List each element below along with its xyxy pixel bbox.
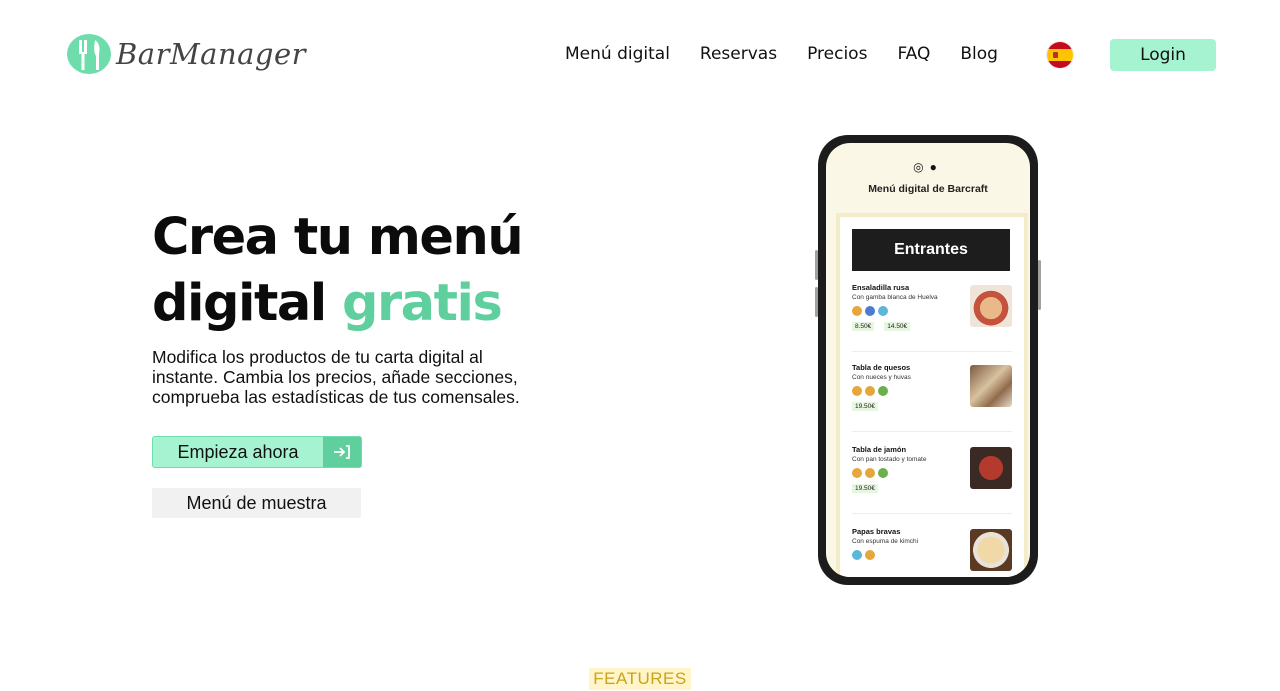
start-now-button[interactable]: Empieza ahora [152, 436, 362, 468]
sample-menu-button[interactable]: Menú de muestra [152, 488, 361, 518]
dish-price: 19.50€ [852, 484, 878, 493]
preview-dish: Ensaladilla rusa Con gamba blanca de Hue… [852, 283, 1012, 331]
nav-item-reservas[interactable]: Reservas [700, 42, 777, 66]
allergen-icon [852, 468, 862, 478]
hero-subtitle: Modifica los productos de tu carta digit… [152, 347, 520, 407]
nav-item-precios[interactable]: Precios [807, 42, 867, 66]
dish-photo [970, 365, 1012, 407]
instagram-icon: ◎ [913, 160, 930, 174]
divider [852, 431, 1012, 432]
start-now-label: Empieza ahora [177, 441, 299, 462]
phone-side-button [1038, 260, 1041, 310]
dish-photo [970, 285, 1012, 327]
phone-mockup: ◎● Menú digital de Barcraft Entrantes En… [815, 135, 1041, 585]
preview-section-header: Entrantes [852, 229, 1010, 271]
brand-name: BarManager [116, 37, 307, 71]
nav-item-faq[interactable]: FAQ [897, 42, 930, 66]
logo-fork-knife-icon [66, 32, 112, 76]
hero-title-line1: Crea tu menú [152, 208, 524, 267]
phone-side-button [815, 250, 818, 280]
nav-item-menu-digital[interactable]: Menú digital [565, 42, 670, 66]
login-button[interactable]: Login [1110, 39, 1216, 71]
preview-menu-body: Entrantes Ensaladilla rusa Con gamba bla… [836, 213, 1028, 577]
divider [852, 513, 1012, 514]
allergen-icon [852, 306, 862, 316]
dish-photo [970, 447, 1012, 489]
allergen-icon [878, 386, 888, 396]
social-icons: ◎● [826, 160, 1030, 174]
allergen-icon [878, 306, 888, 316]
dish-photo [970, 529, 1012, 571]
phone-screen: ◎● Menú digital de Barcraft Entrantes En… [826, 143, 1030, 577]
dish-price: 19.50€ [852, 402, 878, 411]
hero-title: Crea tu menú digital gratis [152, 205, 524, 337]
login-arrow-icon [323, 437, 361, 467]
preview-dish: Tabla de quesos Con nueces y huvas 19.50… [852, 363, 1012, 411]
nav-item-blog[interactable]: Blog [960, 42, 998, 66]
dish-price: 8.50€ [852, 322, 875, 331]
preview-menu-title: Menú digital de Barcraft [868, 183, 988, 195]
allergen-icon [852, 386, 862, 396]
hero-title-line2: digital [152, 274, 343, 333]
allergen-icon [865, 468, 875, 478]
spain-flag-icon[interactable] [1047, 42, 1073, 68]
allergen-icon [865, 550, 875, 560]
allergen-icon [878, 468, 888, 478]
facebook-icon: ● [929, 160, 943, 174]
main-nav: Menú digital Reservas Precios FAQ Blog [565, 42, 1028, 66]
allergen-icon [865, 306, 875, 316]
allergen-icon [852, 550, 862, 560]
brand-logo[interactable]: BarManager [66, 32, 306, 76]
preview-dish: Papas bravas Con espuma de kimchi [852, 527, 1012, 571]
phone-side-button [815, 287, 818, 317]
hero-title-accent: gratis [342, 274, 503, 333]
dish-price: 14.50€ [884, 322, 911, 331]
preview-dish: Tabla de jamón Con pan tostado y tomate … [852, 445, 1012, 493]
allergen-icon [865, 386, 875, 396]
divider [852, 351, 1012, 352]
features-badge: FEATURES [589, 668, 691, 690]
